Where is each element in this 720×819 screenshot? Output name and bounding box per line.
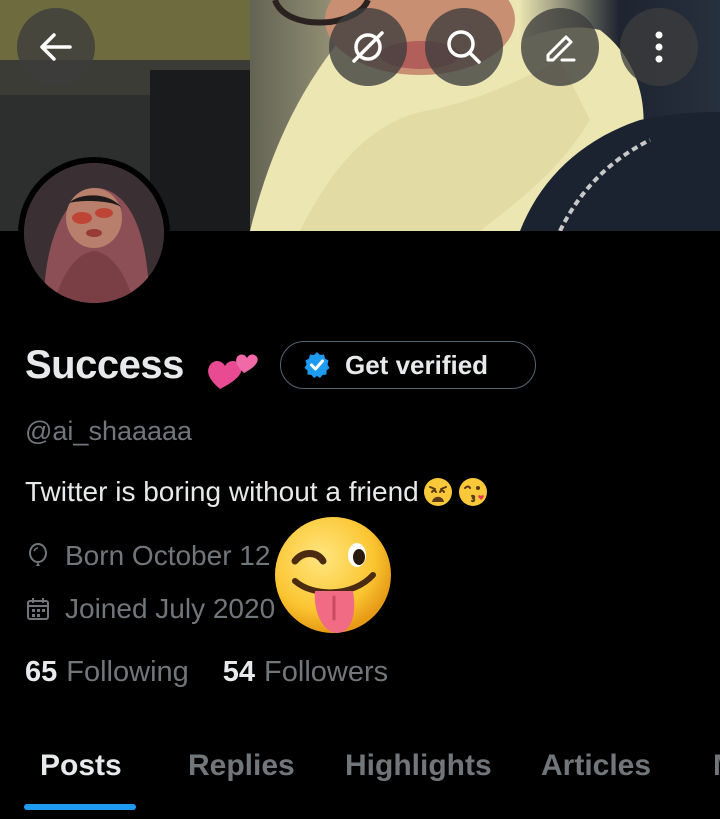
followers-label[interactable]: Followers: [264, 656, 388, 689]
grok-icon: [352, 31, 384, 63]
search-button[interactable]: [425, 8, 503, 86]
search-icon: [447, 30, 481, 64]
calendar-icon: [27, 598, 49, 620]
tab-highlights[interactable]: Highlights: [345, 749, 492, 783]
profile-bio: Twitter is boring without a friend: [25, 476, 489, 508]
balloon-icon: [29, 543, 47, 566]
profile-name: Success: [25, 343, 184, 387]
edit-icon: [546, 35, 576, 62]
tab-media[interactable]: Media: [713, 749, 720, 783]
winking-tongue-emoji: [275, 517, 391, 633]
bio-text: Twitter is boring without a friend: [25, 476, 419, 507]
edit-profile-button[interactable]: [521, 8, 599, 86]
avatar[interactable]: [18, 157, 170, 309]
joined-text: Joined July 2020: [65, 593, 276, 624]
birthday-text: Born October 12: [65, 540, 271, 571]
followers-count[interactable]: 54: [223, 656, 255, 689]
active-tab-indicator: [24, 804, 136, 810]
get-verified-button[interactable]: Get verified: [280, 341, 536, 389]
follow-stats: 65 Following 54 Followers: [25, 656, 388, 689]
get-verified-label: Get verified: [345, 349, 489, 380]
verified-badge-icon: [304, 352, 330, 378]
tab-articles[interactable]: Articles: [541, 749, 651, 783]
more-vertical-icon: [655, 31, 663, 63]
tab-replies[interactable]: Replies: [188, 749, 295, 783]
weary-face-emoji: [423, 478, 452, 506]
following-label[interactable]: Following: [66, 656, 189, 689]
back-button[interactable]: [17, 8, 95, 86]
arrow-left-icon: [40, 33, 72, 61]
birthday-row: Born October 12: [25, 540, 270, 572]
two-hearts-icon: [208, 354, 258, 389]
profile-handle: @ai_shaaaaa: [25, 416, 193, 446]
profile-tabs: Posts Replies Highlights Articles Media: [0, 735, 720, 819]
avatar-image: [24, 163, 164, 303]
face-blowing-kiss-emoji: [458, 478, 487, 506]
tab-posts[interactable]: Posts: [40, 749, 122, 783]
grok-button[interactable]: [329, 8, 407, 86]
more-options-button[interactable]: [620, 8, 698, 86]
following-count[interactable]: 65: [25, 656, 57, 689]
joined-row: Joined July 2020: [25, 593, 275, 625]
